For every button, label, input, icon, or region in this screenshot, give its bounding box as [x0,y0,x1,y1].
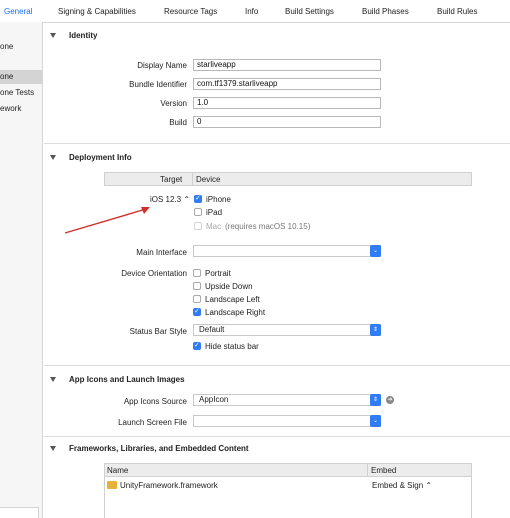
tab-build-settings[interactable]: Build Settings [285,7,334,16]
portrait-checkbox-label: Portrait [205,269,231,278]
tab-resource-tags[interactable]: Resource Tags [164,7,217,16]
table-row[interactable]: UnityFramework.framework Embed & Sign ⌃ [104,477,472,493]
portrait-checkbox[interactable] [193,269,201,277]
hide-status-bar-checkbox[interactable] [193,341,201,350]
target-column-header: Target [160,175,183,184]
editor-tab-bar: General Signing & Capabilities Resource … [0,0,510,23]
iphone-checkbox-label: iPhone [206,195,231,204]
version-field[interactable]: 1.0 [193,97,381,109]
landscape-right-checkbox-label: Landscape Right [205,308,266,317]
embed-popup[interactable]: Embed & Sign ⌃ [372,481,432,490]
status-bar-style-popup[interactable]: Default ⇕ [193,324,381,336]
display-name-label: Display Name [137,61,187,70]
upside-down-checkbox-label: Upside Down [205,282,253,291]
frameworks-table-header: Name Embed [104,463,472,477]
disclosure-triangle-icon[interactable] [50,446,56,451]
launch-screen-file-combo[interactable]: ⌄ [193,415,381,427]
section-divider [44,365,510,366]
upside-down-checkbox[interactable] [193,282,201,290]
app-icons-source-popup[interactable]: AppIcon ⇕ [193,394,381,406]
device-column-header: Device [196,175,221,184]
sidebar-item-framework-target[interactable]: ework [0,102,42,116]
mac-checkbox[interactable] [194,222,202,230]
tab-general[interactable]: General [4,7,32,16]
section-divider [44,436,510,437]
disclosure-triangle-icon[interactable] [50,33,56,38]
chevron-updown-icon[interactable]: ⇕ [370,324,381,336]
tab-build-phases[interactable]: Build Phases [362,7,409,16]
column-separator [367,464,368,476]
column-separator [192,173,193,185]
landscape-left-checkbox[interactable] [193,295,201,303]
main-interface-combo[interactable]: ⌄ [193,245,381,257]
sidebar-bottom-bar [0,507,39,518]
device-orientation-label: Device Orientation [121,269,187,278]
framework-name: UnityFramework.framework [120,481,218,490]
status-bar-style-label: Status Bar Style [129,327,187,336]
bundle-identifier-field[interactable]: com.tf1379.starliveapp [193,78,381,90]
mac-checkbox-label: Mac [206,222,222,231]
targets-sidebar: one one one Tests ework [0,22,43,518]
embed-column-header: Embed [371,466,397,475]
app-icons-source-label: App Icons Source [123,397,187,406]
name-column-header: Name [107,466,129,475]
landscape-right-checkbox[interactable] [193,307,201,316]
section-divider [44,143,510,144]
launch-screen-file-label: Launch Screen File [118,418,187,427]
disclosure-triangle-icon[interactable] [50,155,56,160]
chevron-down-icon[interactable]: ⌄ [370,245,381,257]
main-interface-label: Main Interface [136,248,187,257]
build-label: Build [169,118,187,127]
tab-build-rules[interactable]: Build Rules [437,7,477,16]
mac-requirement-note: (requires macOS 10.15) [225,222,311,231]
red-annotation-arrow [64,207,150,234]
iphone-checkbox[interactable] [194,194,202,203]
landscape-left-checkbox-label: Landscape Left [205,295,260,304]
disclosure-triangle-icon[interactable] [50,377,56,382]
ipad-checkbox[interactable] [194,208,202,216]
framework-icon [107,481,117,489]
display-name-field[interactable]: starliveapp [193,59,381,71]
hide-status-bar-label: Hide status bar [205,342,259,351]
sidebar-item-app-target[interactable]: one [0,70,42,84]
go-to-asset-arrow-icon[interactable]: ➜ [386,396,394,404]
ipad-checkbox-label: iPad [206,208,223,217]
chevron-down-icon[interactable]: ⌄ [370,415,381,427]
target-device-table-header: Target Device [104,172,472,186]
bundle-identifier-label: Bundle Identifier [129,80,187,89]
chevron-updown-icon[interactable]: ⇕ [370,394,381,406]
tab-signing-capabilities[interactable]: Signing & Capabilities [58,7,136,16]
version-label: Version [160,99,187,108]
tab-info[interactable]: Info [245,7,258,16]
build-field[interactable]: 0 [193,116,381,128]
table-body-empty [104,493,472,518]
sidebar-item-project[interactable]: one [0,40,42,54]
sidebar-item-tests-target[interactable]: one Tests [0,86,42,100]
